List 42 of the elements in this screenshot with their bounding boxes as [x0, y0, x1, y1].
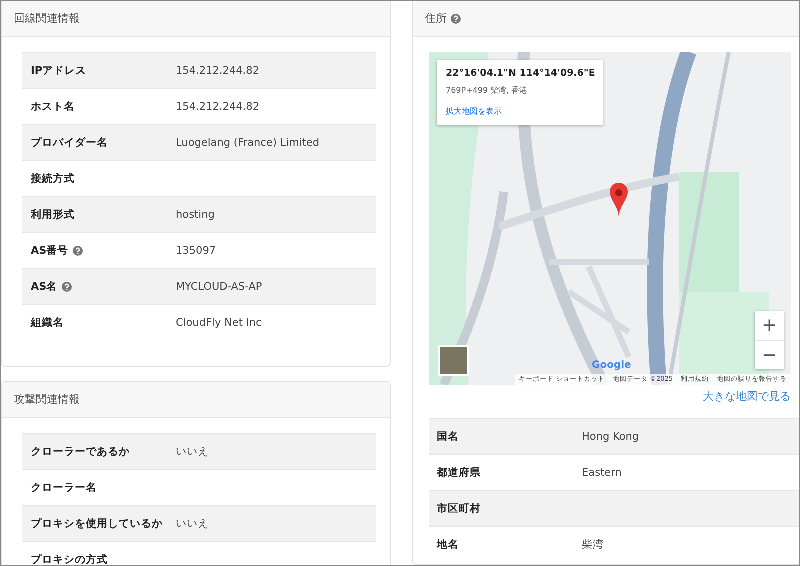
plus-code: 769P+499 柴湾, 香港 — [446, 85, 528, 96]
row-label: クローラー名 — [31, 480, 97, 494]
row-label: ホスト名 — [31, 100, 75, 114]
big-map-link[interactable]: 大きな地図で見る — [703, 389, 791, 404]
row-value: CloudFly Net Inc — [176, 316, 262, 328]
row-label: AS名 — [31, 280, 58, 294]
row-value: Eastern — [582, 466, 622, 478]
row-label: 都道府県 — [437, 466, 481, 480]
row-value: いいえ — [176, 516, 209, 530]
row-label: IPアドレス — [31, 64, 87, 78]
card-title: 攻撃関連情報 — [14, 392, 80, 407]
card-title: 住所 — [425, 11, 447, 26]
row-value: Luogelang (France) Limited — [176, 136, 320, 148]
row-value: hosting — [176, 208, 215, 220]
coordinates: 22°16'04.1"N 114°14'09.6"E — [446, 68, 596, 79]
row-value: MYCLOUD-AS-AP — [176, 280, 262, 292]
row-label: クローラーであるか — [31, 444, 130, 458]
row-label: 接続方式 — [31, 172, 75, 186]
row-value: 柴湾 — [582, 538, 604, 552]
row-label: 市区町村 — [437, 502, 481, 516]
zoom-out-button[interactable]: − — [755, 340, 784, 369]
row-label: プロバイダー名 — [31, 136, 108, 150]
map-logo: Google — [592, 360, 632, 371]
zoom-in-button[interactable]: + — [755, 311, 784, 340]
row-label: AS番号 — [31, 244, 69, 258]
row-label: プロキシの方式 — [31, 552, 108, 565]
help-icon[interactable] — [451, 14, 461, 24]
row-label: プロキシを使用しているか — [31, 516, 163, 530]
row-value: いいえ — [176, 444, 209, 458]
row-label: 組織名 — [31, 316, 64, 330]
row-value: 154.212.244.82 — [176, 64, 260, 76]
row-label: 利用形式 — [31, 208, 75, 222]
card-title: 回線関連情報 — [14, 11, 80, 26]
row-label: 地名 — [437, 538, 459, 552]
row-value: Hong Kong — [582, 430, 640, 442]
help-icon[interactable] — [62, 282, 72, 292]
row-value: 135097 — [176, 244, 216, 256]
row-label: 国名 — [437, 430, 459, 444]
row-value: 154.212.244.82 — [176, 100, 260, 112]
enlarge-map-link[interactable]: 拡大地図を表示 — [446, 106, 502, 117]
help-icon[interactable] — [72, 246, 83, 256]
satellite-thumbnail[interactable] — [438, 345, 469, 376]
